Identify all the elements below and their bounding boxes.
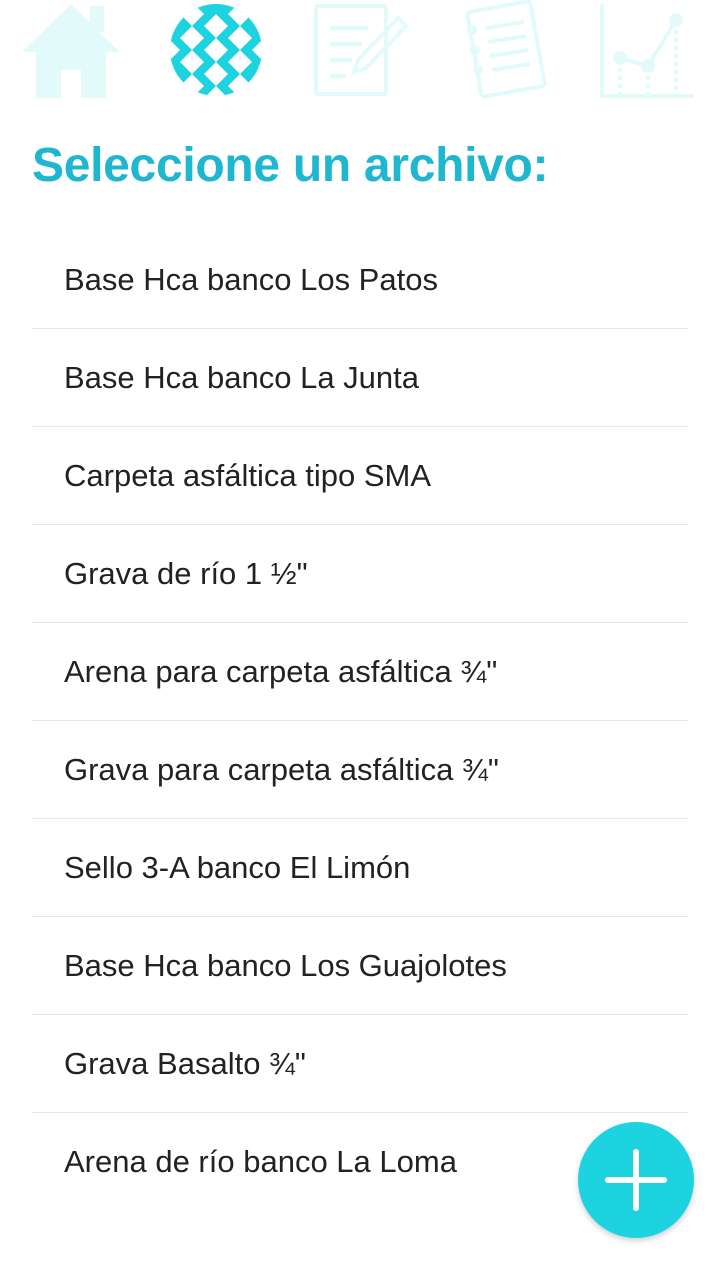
edit-document-icon [314,4,409,96]
list-item[interactable]: Base Hca banco La Junta [32,329,688,427]
notebook-icon [465,0,547,99]
nav-home[interactable] [16,0,126,104]
list-item[interactable]: Carpeta asfáltica tipo SMA [32,427,688,525]
list-item[interactable]: Arena para carpeta asfáltica ¾" [32,623,688,721]
line-chart-icon [600,4,694,98]
top-navigation [0,0,720,110]
sieve-mesh-icon [170,4,262,96]
list-item[interactable]: Sello 3-A banco El Limón [32,819,688,917]
page-title: Seleccione un archivo: [32,139,549,192]
nav-notebook[interactable] [452,0,562,104]
list-item[interactable]: Grava para carpeta asfáltica ¾" [32,721,688,819]
nav-sieve[interactable] [162,0,272,104]
add-file-button[interactable] [578,1122,694,1238]
home-icon [22,4,120,98]
nav-edit[interactable] [306,0,416,104]
screen: Seleccione un archivo: Base Hca banco Lo… [0,0,720,1280]
nav-chart[interactable] [594,0,704,104]
plus-icon [605,1149,667,1211]
list-item[interactable]: Grava Basalto ¾" [32,1015,688,1113]
file-list: Base Hca banco Los Patos Base Hca banco … [32,231,688,1211]
list-item[interactable]: Base Hca banco Los Patos [32,231,688,329]
list-item[interactable]: Base Hca banco Los Guajolotes [32,917,688,1015]
list-item[interactable]: Grava de río 1 ½" [32,525,688,623]
